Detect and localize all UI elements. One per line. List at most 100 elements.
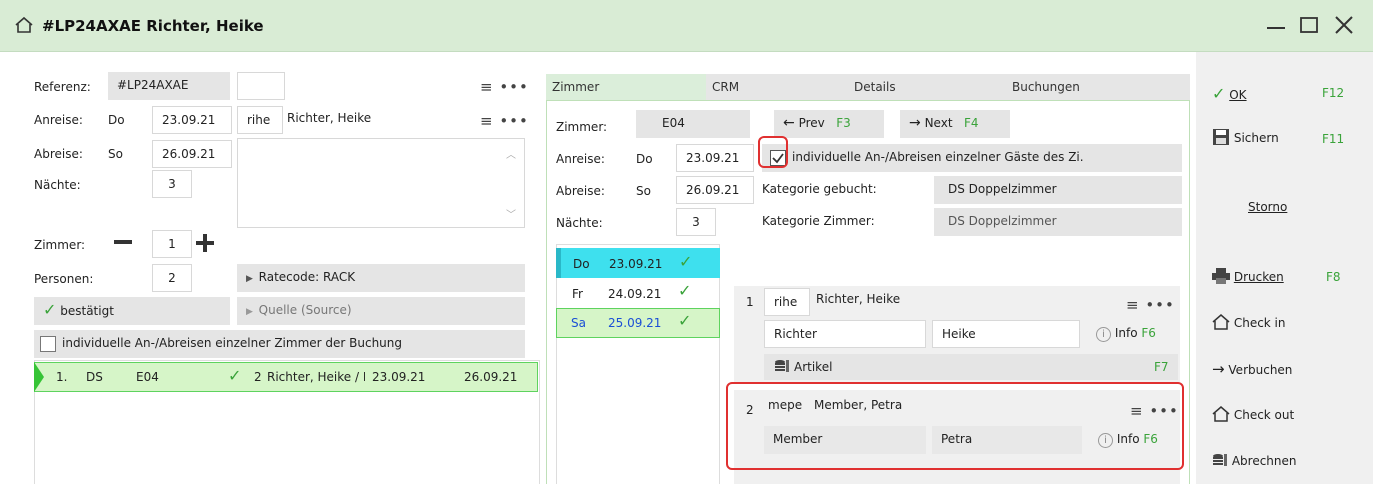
- referenz-field: #LP24AXAE: [108, 72, 230, 100]
- ok-label: OK: [1229, 88, 1247, 102]
- day-row-1-day: Do: [573, 257, 590, 271]
- m-naechte-field[interactable]: 3: [676, 208, 716, 236]
- next-label: Next: [924, 116, 953, 130]
- prev-label: Prev: [798, 116, 825, 130]
- naechte-label: Nächte:: [34, 178, 81, 192]
- checkin-label: Check in: [1233, 316, 1286, 330]
- close-icon[interactable]: [1333, 14, 1355, 39]
- m-zimmer-label: Zimmer:: [556, 120, 608, 134]
- minus-button[interactable]: [114, 240, 132, 244]
- anreise-day: Do: [108, 113, 125, 127]
- zimmer-label: Zimmer:: [34, 238, 86, 252]
- row-category: DS: [86, 370, 103, 384]
- day-marker: [556, 248, 561, 278]
- guest-code-field[interactable]: rihe: [237, 106, 283, 134]
- drucken-label: Drucken: [1233, 270, 1284, 284]
- ratecode-dropdown[interactable]: ▶ Ratecode: RACK: [237, 264, 525, 292]
- hamburger-menu-icon[interactable]: ≡ •••: [480, 78, 529, 96]
- referenz-extra-field[interactable]: [237, 72, 285, 100]
- expand-arrow-icon: ▶: [246, 307, 259, 317]
- m-anreise-date-field[interactable]: 23.09.21: [676, 144, 754, 172]
- m-zimmer-field: E04: [636, 110, 750, 138]
- status-dropdown[interactable]: ✓ bestätigt: [34, 297, 230, 325]
- tab-crm[interactable]: CRM: [706, 74, 850, 100]
- plus-button[interactable]: [195, 233, 215, 256]
- guest-1-name: Richter, Heike: [816, 292, 901, 306]
- home-icon: [1212, 314, 1230, 333]
- notes-textarea[interactable]: [237, 138, 525, 228]
- tab-zimmer[interactable]: Zimmer: [546, 74, 710, 100]
- abrechnen-button[interactable]: Abrechnen: [1212, 452, 1362, 471]
- home-icon: [14, 16, 34, 37]
- row-room: E04: [136, 370, 159, 384]
- personen-label: Personen:: [34, 272, 94, 286]
- artikel-label: Artikel: [794, 360, 833, 374]
- day-row-2[interactable]: Fr 24.09.21 ✓: [556, 280, 720, 308]
- checkmark-icon: ✓: [1212, 84, 1226, 103]
- prev-button[interactable]: ← Prev F3: [774, 110, 884, 138]
- guest-1-info-key: F6: [1141, 326, 1156, 340]
- coins-icon: [1212, 452, 1228, 471]
- guest-1-code-field[interactable]: rihe: [764, 288, 810, 316]
- prev-key: F3: [836, 116, 851, 130]
- m-naechte-label: Nächte:: [556, 216, 603, 230]
- expand-arrow-icon: ▶: [246, 274, 259, 284]
- day-row-3[interactable]: Sa 25.09.21 ✓: [556, 308, 720, 338]
- row-marker: [34, 362, 44, 392]
- day-row-2-check-icon: ✓: [678, 281, 692, 300]
- individual-rooms-checkbox[interactable]: [40, 336, 56, 352]
- day-row-3-day: Sa: [571, 316, 586, 330]
- guest-1-info-button[interactable]: i Info F6: [1096, 326, 1156, 342]
- naechte-field[interactable]: 3: [152, 170, 192, 198]
- sichern-label: Sichern: [1233, 131, 1279, 145]
- maximize-icon[interactable]: [1298, 14, 1320, 39]
- coins-icon: [774, 358, 790, 377]
- minimize-icon[interactable]: [1265, 14, 1287, 39]
- status-label: bestätigt: [60, 304, 114, 318]
- kat-gebucht-field: DS Doppelzimmer: [934, 176, 1182, 204]
- tab-buchungen[interactable]: Buchungen: [1006, 74, 1190, 100]
- guest-1-menu-icon[interactable]: ≡ •••: [1126, 296, 1175, 314]
- day-row-1[interactable]: Do 23.09.21 ✓: [556, 248, 720, 278]
- day-row-1-check-icon: ✓: [679, 252, 693, 271]
- indiv-guests-label: individuelle An-/Abreisen einzelner Gäst…: [792, 150, 1084, 164]
- guest-1-info-label: Info: [1114, 326, 1138, 340]
- zimmer-count-field[interactable]: 1: [152, 230, 192, 258]
- row-persons: 2: [254, 370, 262, 384]
- individual-rooms-row[interactable]: individuelle An-/Abreisen einzelner Zimm…: [34, 330, 525, 358]
- guest-1-firstname-field[interactable]: Heike: [932, 320, 1080, 348]
- artikel-key: F7: [1154, 360, 1169, 374]
- next-button[interactable]: → Next F4: [900, 110, 1010, 138]
- ok-key: F12: [1322, 86, 1345, 100]
- storno-button[interactable]: Storno: [1248, 200, 1287, 214]
- row-from: 23.09.21: [372, 370, 426, 384]
- m-abreise-day: So: [636, 184, 651, 198]
- abreise-date-field[interactable]: 26.09.21: [152, 140, 232, 168]
- sichern-key: F11: [1322, 132, 1345, 146]
- verbuchen-button[interactable]: → Verbuchen: [1212, 360, 1362, 378]
- checkout-button[interactable]: Check out: [1212, 406, 1362, 425]
- arrow-left-icon: ←: [783, 115, 795, 131]
- anreise-label: Anreise:: [34, 113, 83, 127]
- abreise-label: Abreise:: [34, 147, 83, 161]
- info-icon: i: [1096, 327, 1111, 342]
- indiv-guests-row[interactable]: individuelle An-/Abreisen einzelner Gäst…: [762, 144, 1182, 172]
- checkin-button[interactable]: Check in: [1212, 314, 1362, 333]
- scroll-down-icon[interactable]: ﹀: [506, 206, 516, 221]
- drucken-key: F8: [1326, 270, 1341, 284]
- m-anreise-label: Anreise:: [556, 152, 605, 166]
- guest-1-lastname-field[interactable]: Richter: [764, 320, 926, 348]
- m-abreise-date-field[interactable]: 26.09.21: [676, 176, 754, 204]
- row-names: Richter, Heike / Mer: [267, 370, 365, 384]
- scroll-up-icon[interactable]: ︿: [506, 146, 516, 161]
- personen-field[interactable]: 2: [152, 264, 192, 292]
- quelle-dropdown[interactable]: ▶ Quelle (Source): [237, 297, 525, 325]
- tab-details[interactable]: Details: [848, 74, 1008, 100]
- anreise-date-field[interactable]: 23.09.21: [152, 106, 232, 134]
- row-num: 1.: [56, 370, 68, 384]
- abrechnen-label: Abrechnen: [1231, 454, 1297, 468]
- checkout-label: Check out: [1233, 408, 1295, 422]
- row-to: 26.09.21: [464, 370, 518, 384]
- guest-menu-icon[interactable]: ≡ •••: [480, 112, 529, 130]
- verbuchen-label: Verbuchen: [1228, 363, 1293, 377]
